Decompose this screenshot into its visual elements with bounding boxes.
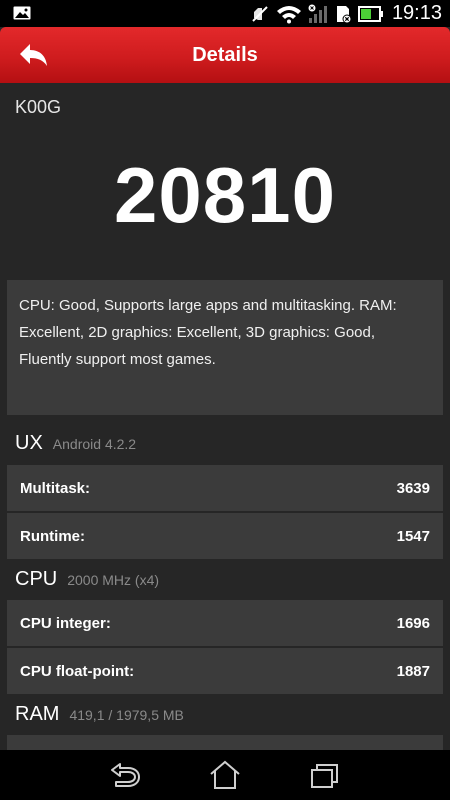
row-label: CPU integer:: [20, 614, 111, 632]
row-value: 1547: [396, 527, 430, 545]
section-subtitle: 2000 MHz (x4): [67, 572, 160, 588]
row-label: CPU float-point:: [20, 662, 135, 680]
row-label: Multitask:: [20, 479, 91, 497]
section-subtitle: 419,1 / 1979,5 MB: [69, 707, 184, 723]
nav-back-button[interactable]: [105, 759, 145, 791]
section-title: CPU: [15, 568, 58, 590]
nav-home-button[interactable]: [205, 759, 245, 791]
battery-icon: [357, 3, 384, 25]
gallery-icon: [13, 6, 31, 20]
result-row-cpu-integer[interactable]: CPU integer: 1696: [7, 600, 443, 646]
mute-icon: [250, 3, 270, 25]
section-ux-header: UX Android 4.2.2: [15, 432, 136, 455]
result-row-cpu-float-point[interactable]: CPU float-point: 1887: [7, 648, 443, 694]
clock: 19:13: [391, 2, 442, 24]
section-title: RAM: [15, 703, 60, 725]
section-ram-header: RAM 419,1 / 1979,5 MB: [15, 703, 184, 726]
row-value: 1696: [396, 614, 430, 632]
home-icon: [210, 760, 240, 789]
result-row-runtime[interactable]: Runtime: 1547: [7, 513, 443, 559]
status-bar: 19:13: [0, 0, 450, 27]
back-icon: [111, 763, 140, 787]
device-name: K00G: [15, 97, 62, 117]
row-label: Runtime:: [20, 527, 85, 545]
section-title: UX: [15, 432, 43, 454]
section-subtitle: Android 4.2.2: [52, 436, 137, 452]
row-value: 1887: [396, 662, 430, 680]
title-bar: Details: [0, 27, 450, 83]
status-icons: 19:13: [244, 0, 442, 27]
summary-text: CPU: Good, Supports large apps and multi…: [19, 297, 397, 368]
wifi-icon: [276, 3, 302, 25]
sd-card-icon: [334, 3, 352, 25]
summary-box: CPU: Good, Supports large apps and multi…: [7, 280, 443, 415]
page-title: Details: [192, 44, 258, 66]
recent-apps-icon: [311, 764, 338, 788]
navigation-bar: [0, 750, 450, 800]
row-value: 3639: [396, 479, 430, 497]
signal-icon: [308, 3, 328, 25]
section-cpu-header: CPU 2000 MHz (x4): [15, 568, 159, 591]
nav-recent-apps-button[interactable]: [305, 759, 345, 791]
result-row-multitask[interactable]: Multitask: 3639: [7, 465, 443, 511]
benchmark-score: 20810: [114, 151, 336, 239]
